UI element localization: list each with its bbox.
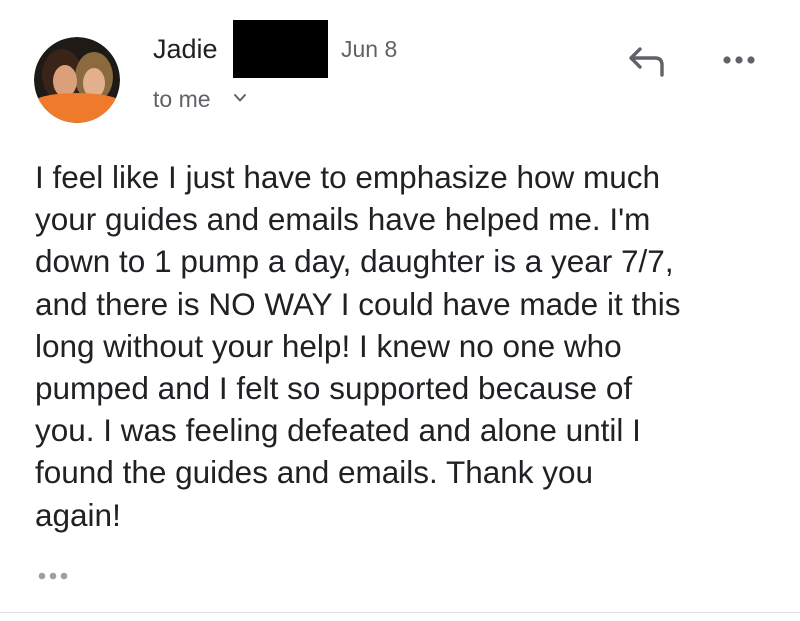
sender-avatar[interactable] bbox=[34, 37, 120, 123]
message-body: I feel like I just have to emphasize how… bbox=[35, 159, 681, 533]
divider bbox=[0, 612, 800, 613]
show-trimmed-content-icon[interactable] bbox=[36, 568, 76, 584]
reply-icon[interactable] bbox=[622, 42, 670, 82]
sender-name: Jadie bbox=[153, 34, 218, 64]
avatar-photo bbox=[34, 37, 120, 123]
chevron-down-icon[interactable] bbox=[232, 90, 248, 106]
message-date: Jun 8 bbox=[341, 36, 398, 62]
recipient-details[interactable]: to me bbox=[153, 85, 211, 113]
more-horizontal-icon[interactable] bbox=[719, 50, 759, 70]
redaction-box bbox=[233, 20, 328, 78]
